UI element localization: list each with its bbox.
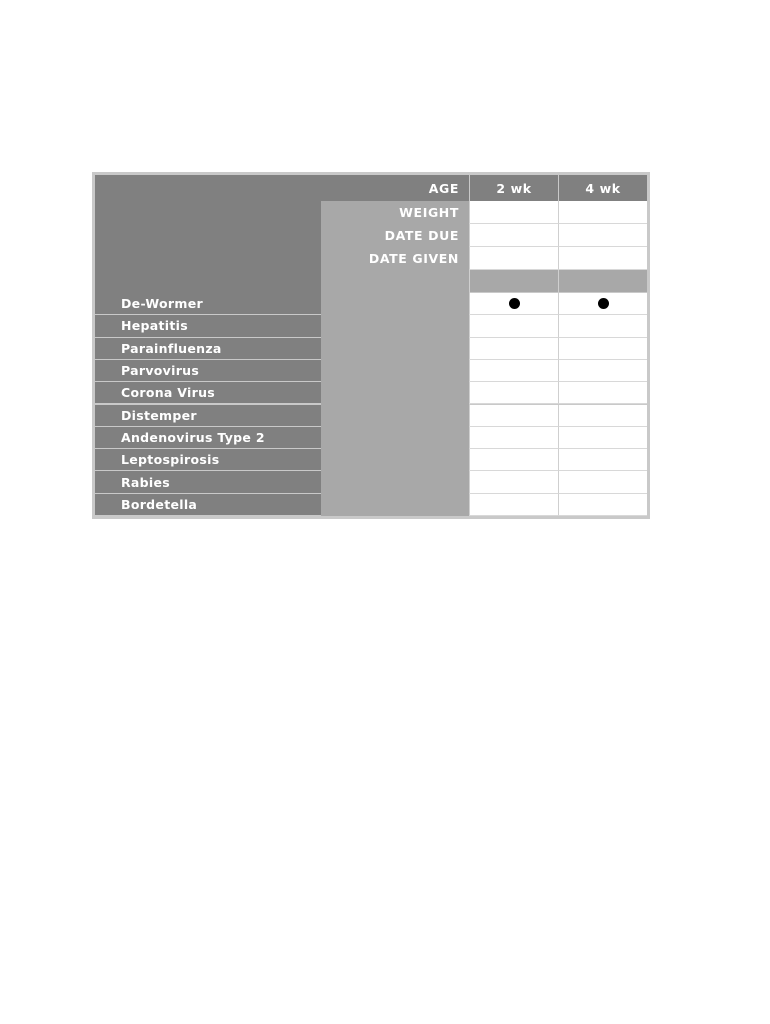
data-cell-bordetella-4-wk[interactable] <box>558 493 647 516</box>
spacer-cell-4-wk <box>558 270 647 293</box>
row-label-parvovirus: Parvovirus <box>95 359 321 382</box>
data-cell-andenovirus-type-2-2-wk[interactable] <box>469 426 558 450</box>
table-grid: AGE WEIGHT DATE DUE DATE GIVEN 2 wk 4 wk De-W… <box>95 175 647 516</box>
vaccination-schedule-table: AGE WEIGHT DATE DUE DATE GIVEN 2 wk 4 wk De-W… <box>92 172 650 519</box>
data-cell-corona-virus-4-wk[interactable] <box>558 382 647 405</box>
data-cell-de-wormer-4-wk[interactable] <box>558 293 647 316</box>
row-label-leptospirosis: Leptospirosis <box>95 449 321 471</box>
row-label-andenovirus-type-2: Andenovirus Type 2 <box>95 426 321 449</box>
dot-marker <box>597 298 609 310</box>
data-cell-de-wormer-2-wk[interactable] <box>469 293 558 316</box>
sub-row-label-date-given: DATE GIVEN <box>368 251 459 266</box>
data-cell-rabies-2-wk[interactable] <box>469 471 558 494</box>
data-cell-distemper-4-wk[interactable] <box>558 404 647 427</box>
data-cell-leptospirosis-2-wk[interactable] <box>469 449 558 472</box>
data-cell-parvovirus-2-wk[interactable] <box>469 359 558 383</box>
data-cell-hepatitis-2-wk[interactable] <box>469 315 558 338</box>
data-cell-bordetella-2-wk[interactable] <box>469 493 558 516</box>
sub-row-label-date-due: DATE DUE <box>384 228 459 243</box>
data-cell-hepatitis-4-wk[interactable] <box>558 315 647 338</box>
age-header-cell: AGE <box>95 175 469 201</box>
sub-cell-date-due-2-wk[interactable] <box>469 224 558 247</box>
data-cell-parainfluenza-2-wk[interactable] <box>469 337 558 360</box>
data-cell-rabies-4-wk[interactable] <box>558 471 647 494</box>
column-header-4-wk: 4 wk <box>558 175 647 201</box>
sub-cell-date-due-4-wk[interactable] <box>558 224 647 247</box>
sub-cell-date-given-2-wk[interactable] <box>469 247 558 270</box>
row-label-rabies: Rabies <box>95 471 321 493</box>
sub-cell-date-given-4-wk[interactable] <box>558 247 647 270</box>
data-cell-leptospirosis-4-wk[interactable] <box>558 449 647 472</box>
row-label-distemper: Distemper <box>95 404 321 426</box>
spacer-cell-2-wk <box>469 270 558 293</box>
column-header-2-wk: 2 wk <box>469 175 558 201</box>
row-label-corona-virus: Corona Virus <box>95 382 321 404</box>
data-cell-corona-virus-2-wk[interactable] <box>469 382 558 405</box>
row-label-parainfluenza: Parainfluenza <box>95 337 321 359</box>
data-cell-andenovirus-type-2-4-wk[interactable] <box>558 426 647 450</box>
dot-marker <box>508 298 520 310</box>
data-cell-parvovirus-4-wk[interactable] <box>558 359 647 383</box>
row-label-bordetella: Bordetella <box>95 493 321 515</box>
left-blank-block <box>95 201 321 293</box>
data-cell-parainfluenza-4-wk[interactable] <box>558 337 647 360</box>
sub-row-label-weight: WEIGHT <box>399 205 459 220</box>
data-cell-distemper-2-wk[interactable] <box>469 404 558 427</box>
sub-cell-weight-2-wk[interactable] <box>469 201 558 224</box>
sub-cell-weight-4-wk[interactable] <box>558 201 647 224</box>
row-label-de-wormer: De-Wormer <box>95 293 321 315</box>
row-label-hepatitis: Hepatitis <box>95 315 321 337</box>
